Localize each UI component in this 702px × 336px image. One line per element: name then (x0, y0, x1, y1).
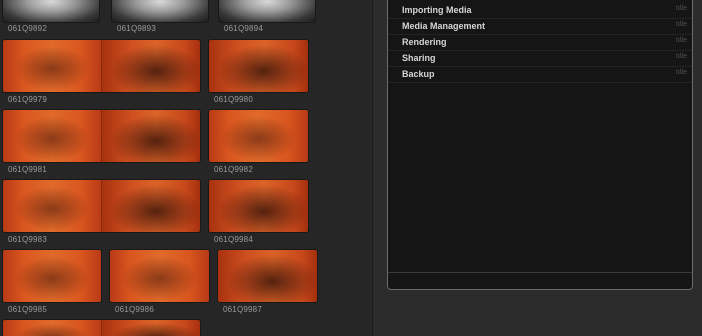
clip-thumbnail-061Q9986[interactable] (110, 250, 209, 302)
clip-frame (101, 40, 200, 92)
clip-frame (209, 180, 308, 232)
clip-label: 061Q9987 (223, 305, 262, 314)
clip-frame (209, 40, 308, 92)
clip-frame (219, 0, 315, 22)
task-name: Media Management (402, 21, 486, 31)
clip-frame (3, 0, 99, 22)
task-row-backup[interactable]: Backup Idle (388, 66, 692, 83)
task-row-sharing[interactable]: Sharing Idle (388, 50, 692, 67)
clip-frame (218, 250, 317, 302)
panel-footer (388, 272, 692, 289)
clip-thumbnail-061Q9982[interactable] (209, 110, 308, 162)
clip-label: 061Q9979 (8, 95, 47, 104)
clip-frame (112, 0, 208, 22)
clip-label: 061Q9983 (8, 235, 47, 244)
clip-label: 061Q9980 (214, 95, 253, 104)
clip-label: 061Q9981 (8, 165, 47, 174)
clip-thumbnail-061Q9985[interactable] (3, 250, 101, 302)
task-name: Sharing (402, 53, 436, 63)
clip-thumbnail-061Q9981[interactable] (3, 110, 200, 162)
clip-thumbnail-partial[interactable] (3, 320, 200, 336)
task-name: Rendering (402, 37, 447, 47)
clip-frame (101, 180, 200, 232)
task-status: Idle (675, 21, 687, 28)
task-status: Idle (675, 37, 687, 44)
task-row-rendering[interactable]: Rendering Idle (388, 34, 692, 51)
clip-label: 061Q9986 (115, 305, 154, 314)
clip-thumbnail-061Q9892[interactable] (3, 0, 99, 22)
task-name: Importing Media (402, 5, 472, 15)
clip-frame (101, 110, 200, 162)
clip-frame (3, 40, 101, 92)
clip-frame (3, 250, 101, 302)
clip-label: 061Q9984 (214, 235, 253, 244)
clip-frame (3, 320, 101, 336)
clip-frame (3, 110, 101, 162)
clip-thumbnail-061Q9893[interactable] (112, 0, 208, 22)
task-row-importing-media[interactable]: Importing Media Idle (388, 2, 692, 19)
clip-frame (101, 320, 200, 336)
task-status: Idle (675, 53, 687, 60)
background-tasks-list: Importing Media Idle Media Management Id… (387, 0, 693, 290)
clip-label: 061Q9985 (8, 305, 47, 314)
task-name: Backup (402, 69, 435, 79)
clip-label: 061Q9894 (224, 24, 263, 33)
clip-frame (110, 250, 209, 302)
clip-thumbnail-061Q9979[interactable] (3, 40, 200, 92)
clip-label: 061Q9892 (8, 24, 47, 33)
task-status: Idle (675, 69, 687, 76)
clip-frame (209, 110, 308, 162)
clip-label: 061Q9893 (117, 24, 156, 33)
clip-frame (3, 180, 101, 232)
background-tasks-window: Importing Media Idle Media Management Id… (373, 0, 702, 336)
event-browser: 061Q9892 061Q9893 061Q9894 061Q9979 061Q… (0, 0, 372, 336)
task-status: Idle (675, 5, 687, 12)
clip-thumbnail-061Q9980[interactable] (209, 40, 308, 92)
clip-thumbnail-061Q9984[interactable] (209, 180, 308, 232)
task-row-media-management[interactable]: Media Management Idle (388, 18, 692, 35)
clip-thumbnail-061Q9987[interactable] (218, 250, 317, 302)
clip-label: 061Q9982 (214, 165, 253, 174)
clip-thumbnail-061Q9983[interactable] (3, 180, 200, 232)
clip-thumbnail-061Q9894[interactable] (219, 0, 315, 22)
